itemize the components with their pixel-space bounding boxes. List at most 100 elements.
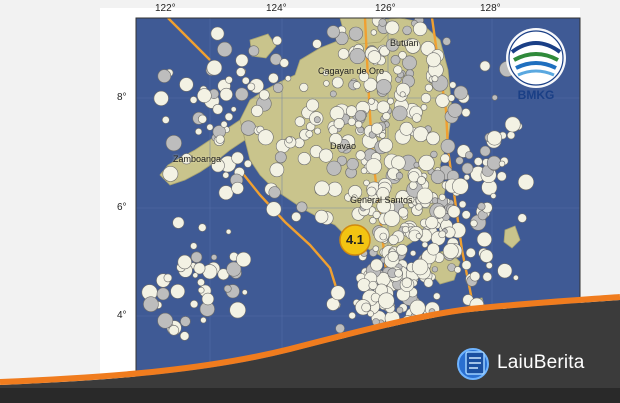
quake-marker [382,111,391,121]
quake-marker [218,185,234,201]
quake-marker [452,178,469,195]
quake-marker [433,205,447,219]
quake-marker [497,263,513,279]
quake-marker [504,116,521,133]
quake-marker [370,258,384,272]
quake-marker [486,130,502,146]
quake-marker [417,176,426,185]
quake-marker [157,69,172,83]
newspaper-globe-icon [457,348,489,380]
quake-marker [197,88,212,103]
quake-marker [479,145,491,157]
quake-marker [442,37,451,46]
quake-marker [352,81,361,90]
earthquake-map [0,17,620,403]
quake-marker [461,162,474,175]
quake-marker [211,254,218,261]
quake-marker [361,302,371,313]
quake-marker [477,202,486,211]
quake-marker [156,287,170,301]
screenshot: 122° 124° 126° 128° 8° 6° 4° Butuan Caga… [0,0,620,403]
quake-marker [285,75,292,82]
quake-marker [370,29,377,36]
quake-marker [162,165,179,182]
quake-marker [378,292,395,309]
quake-marker [189,96,198,104]
quake-marker [438,193,446,201]
quake-marker [179,77,194,92]
quake-marker [517,213,527,223]
quake-marker [354,110,367,122]
quake-marker [513,274,519,281]
quake-marker [401,277,413,288]
quake-marker [197,278,205,287]
quake-marker [392,105,408,122]
quake-marker [411,258,429,276]
quake-marker [272,35,283,46]
quake-marker [393,65,403,75]
quake-marker [170,283,186,299]
bmkg-logo-text: BMKG [517,88,555,102]
quake-marker [236,251,252,268]
quake-marker [479,249,494,263]
quake-marker [172,216,185,229]
quake-marker [229,301,246,319]
quake-marker [240,120,256,136]
quake-marker [413,161,420,168]
quake-marker [409,299,426,316]
quake-marker [498,160,506,168]
quake-marker [370,122,383,135]
quake-marker [326,25,340,39]
city-label-davao: Davao [330,141,357,151]
quake-marker [423,277,434,288]
quake-marker [346,158,359,171]
city-label-butuan: Butuan [390,38,419,48]
quake-marker [394,269,403,278]
quake-marker [388,234,399,246]
quake-marker [424,83,433,92]
quake-marker [469,271,481,282]
lon-tick: 126° [375,3,396,14]
quake-marker [427,242,440,256]
quake-marker [268,186,281,199]
quake-marker [198,223,207,232]
quake-marker [266,201,282,217]
quake-marker [268,72,279,84]
quake-marker [200,316,207,324]
quake-marker [305,130,314,138]
quake-marker [365,158,382,175]
quake-marker [201,292,215,306]
quake-marker [168,324,180,336]
quake-marker [291,211,302,222]
quake-marker [323,80,330,87]
quake-marker [440,153,450,164]
city-label-zamboanga: Zamboanga [173,154,222,164]
quake-marker [337,48,350,60]
quake-marker [197,286,205,294]
quake-marker [333,118,345,130]
quake-marker [399,91,406,98]
quake-marker [420,92,432,104]
quake-marker [231,181,244,195]
quake-marker [198,114,208,124]
quake-marker [348,26,364,41]
quake-marker [297,152,311,166]
city-label-cagayan-de-oro: Cagayan de Oro [318,66,385,76]
quake-marker [243,159,252,168]
quake-marker [415,233,422,239]
quake-marker [378,18,387,27]
quake-marker [219,87,233,102]
quake-marker [314,127,321,135]
quake-marker [413,21,428,36]
quake-marker [426,131,440,146]
quake-marker [314,180,330,197]
quake-marker [398,207,409,218]
quake-marker [224,112,234,122]
quake-marker [442,243,459,259]
quake-marker [433,292,441,300]
quake-marker [372,245,379,252]
quake-marker [447,94,456,102]
quake-marker [235,53,249,67]
quake-marker [425,216,439,230]
quake-marker [179,331,190,341]
